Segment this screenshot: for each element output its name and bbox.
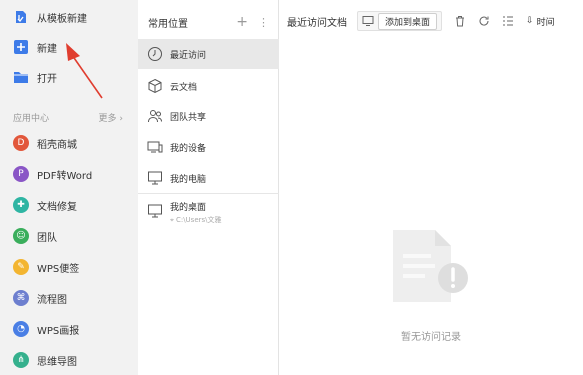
add-to-desktop-label: 添加到桌面	[378, 12, 438, 30]
doc-repair-icon: ✚	[13, 197, 29, 213]
app-wps-poster[interactable]: ◔ WPS画报	[0, 314, 138, 344]
location-team-share[interactable]: 团队共享	[138, 101, 279, 131]
location-label: 云文档	[170, 82, 198, 93]
desktop-path: C:\Users\文雅	[175, 216, 222, 224]
new-plus-icon	[13, 39, 29, 55]
app-label: WPS画报	[37, 325, 80, 337]
time-label: 时间	[536, 17, 555, 28]
left-nav: 从模板新建 新建 打开 应用中心 更多 › D 稻壳商城 P PDF转Word …	[0, 0, 138, 375]
app-doc-repair[interactable]: ✚ 文档修复	[0, 190, 138, 220]
app-mindmap[interactable]: ⋔ 思维导图	[0, 345, 138, 375]
location-my-desktop[interactable]: 我的桌面 ⌖ C:\Users\文雅	[138, 197, 279, 227]
new-from-template-button[interactable]: 从模板新建	[0, 2, 138, 32]
app-team[interactable]: ☺ 团队	[0, 221, 138, 251]
app-label: 流程图	[37, 294, 67, 306]
cloud-box-icon	[146, 77, 164, 95]
app-wps-notes[interactable]: ✎ WPS便签	[0, 252, 138, 282]
locations-header: 常用位置 + ⋮	[138, 12, 279, 32]
location-label: 我的设备	[170, 143, 207, 154]
add-location-icon[interactable]: +	[236, 14, 248, 30]
empty-message: 暂无访问记录	[401, 332, 461, 343]
location-recent[interactable]: 最近访问	[138, 39, 279, 69]
locations-panel: 常用位置 + ⋮ 最近访问 云文档 团队共享 我的设备 我的电脑 我的桌面 ⌖ …	[138, 0, 279, 375]
app-center-header: 应用中心 更多 ›	[13, 109, 123, 125]
team-share-icon	[146, 107, 164, 125]
app-label: WPS便签	[37, 263, 80, 275]
recent-docs-toolbar: 最近访问文档 添加到桌面 ⇩ 时间	[279, 8, 583, 34]
app-label: 思维导图	[37, 356, 77, 368]
app-label: 稻壳商城	[37, 139, 77, 151]
location-my-devices[interactable]: 我的设备	[138, 132, 279, 162]
clock-icon	[146, 45, 164, 63]
location-my-computer[interactable]: 我的电脑	[138, 163, 279, 193]
more-link[interactable]: 更多 ›	[99, 111, 123, 124]
open-button[interactable]: 打开	[0, 62, 138, 92]
app-label: PDF转Word	[37, 170, 93, 182]
recent-docs-title: 最近访问文档	[287, 17, 347, 29]
sort-by-time-button[interactable]: ⇩ 时间	[526, 15, 555, 28]
new-button[interactable]: 新建	[0, 32, 138, 62]
poster-icon: ◔	[13, 321, 29, 337]
app-docer-store[interactable]: D 稻壳商城	[0, 128, 138, 158]
mindmap-icon: ⋔	[13, 352, 29, 368]
desktop-icon	[146, 202, 164, 220]
more-label: 更多	[98, 113, 117, 124]
app-flowchart[interactable]: ⌘ 流程图	[0, 283, 138, 313]
location-cloud-docs[interactable]: 云文档	[138, 71, 279, 101]
device-icon	[146, 138, 164, 156]
computer-icon	[146, 169, 164, 187]
sort-down-icon: ⇩	[526, 16, 534, 26]
location-label: 团队共享	[170, 112, 207, 123]
location-label: 我的电脑	[170, 174, 207, 185]
folder-icon	[13, 69, 29, 85]
app-center-title: 应用中心	[13, 113, 50, 124]
locations-title: 常用位置	[148, 18, 188, 30]
more-vertical-icon[interactable]: ⋮	[258, 16, 269, 29]
team-icon: ☺	[13, 228, 29, 244]
list-view-icon[interactable]	[502, 12, 514, 31]
empty-document-icon	[391, 228, 471, 308]
notes-icon: ✎	[13, 259, 29, 275]
app-label: 文档修复	[37, 201, 77, 213]
app-pdf-to-word[interactable]: P PDF转Word	[0, 159, 138, 189]
add-to-desktop-button[interactable]: 添加到桌面	[357, 11, 443, 31]
location-label: 最近访问	[170, 50, 207, 61]
desktop-add-icon	[362, 12, 374, 31]
new-from-template-label: 从模板新建	[37, 13, 87, 25]
open-label: 打开	[37, 73, 57, 85]
location-pin-icon: ⌖	[170, 215, 174, 224]
template-icon	[13, 9, 29, 25]
new-label: 新建	[37, 43, 57, 55]
docer-store-icon: D	[13, 135, 29, 151]
delete-icon[interactable]	[454, 12, 466, 31]
empty-state: 暂无访问记录	[279, 228, 583, 343]
desktop-label: 我的桌面	[170, 203, 207, 213]
pdf-convert-icon: P	[13, 166, 29, 182]
app-label: 团队	[37, 232, 57, 244]
flowchart-icon: ⌘	[13, 290, 29, 306]
refresh-icon[interactable]	[478, 12, 490, 31]
divider	[138, 193, 279, 194]
